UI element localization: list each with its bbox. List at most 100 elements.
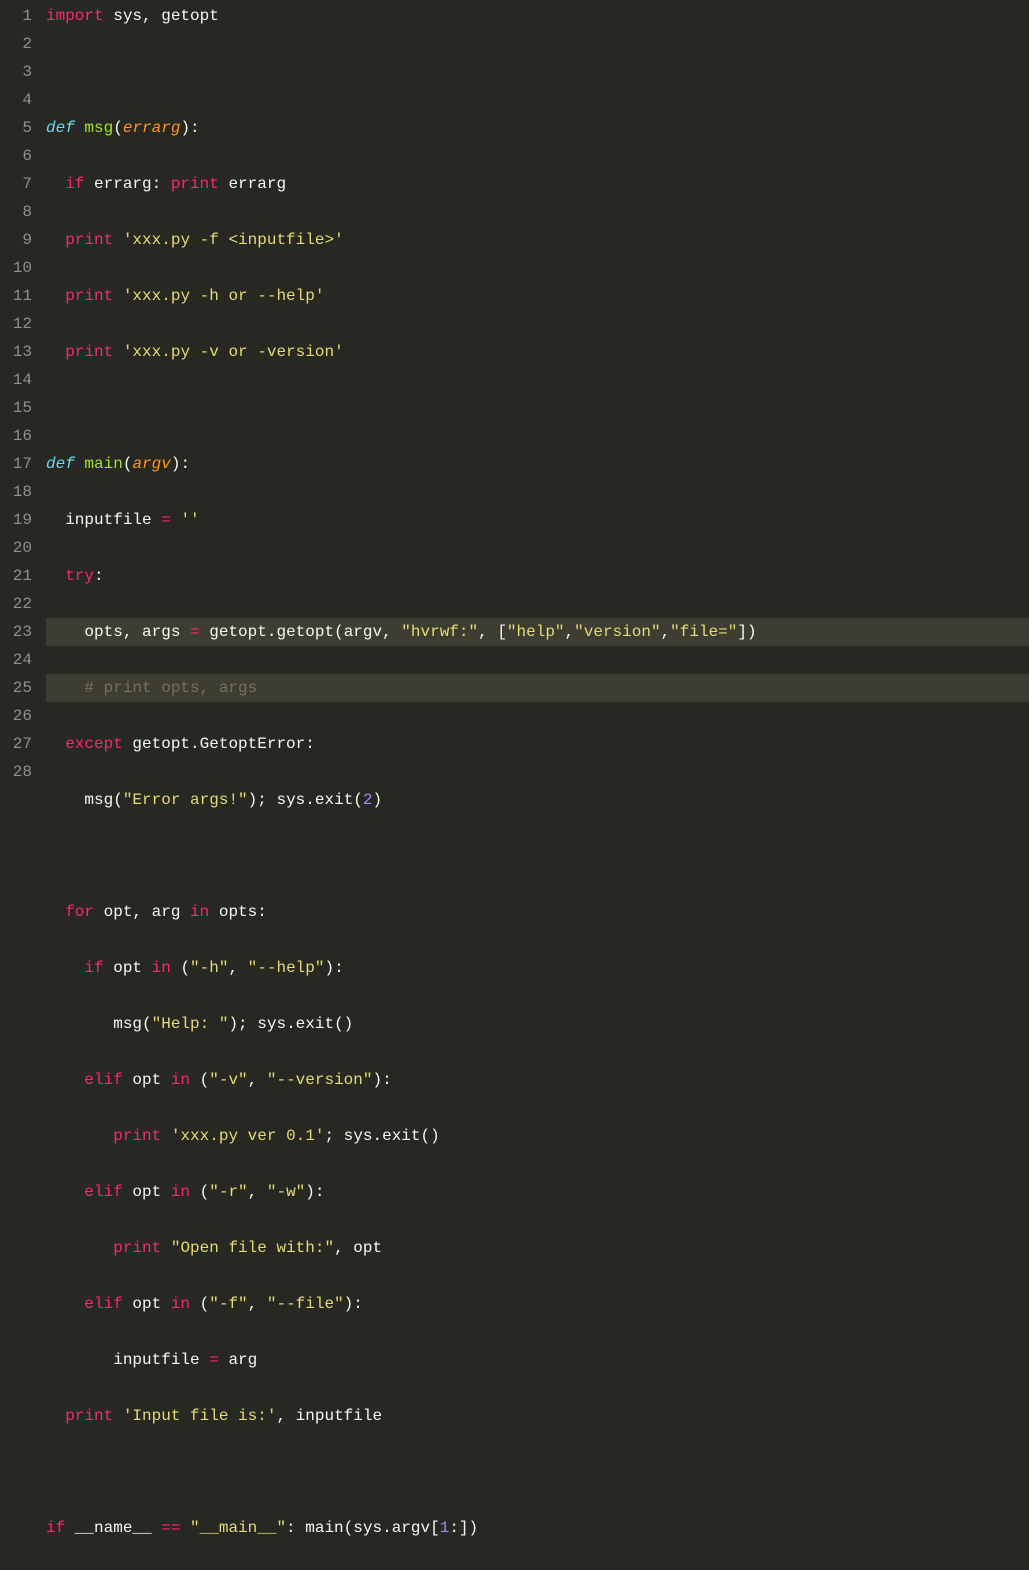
line-number: 10 xyxy=(8,254,32,282)
line-number: 14 xyxy=(8,366,32,394)
token-ident xyxy=(46,343,65,361)
token-ident: inputfile xyxy=(46,1351,209,1369)
code-line[interactable]: # print opts, args xyxy=(46,674,1029,702)
code-line[interactable] xyxy=(46,394,1029,422)
token-punct: , xyxy=(382,623,401,641)
token-ident xyxy=(190,1183,200,1201)
token-kw-pink: try xyxy=(65,567,94,585)
code-line[interactable]: print 'xxx.py ver 0.1'; sys.exit() xyxy=(46,1122,1029,1150)
token-ident xyxy=(113,231,123,249)
code-line[interactable]: elif opt in ("-v", "--version"): xyxy=(46,1066,1029,1094)
token-kw-pink: print xyxy=(65,287,113,305)
line-number: 5 xyxy=(8,114,32,142)
code-line[interactable]: msg("Error args!"); sys.exit(2) xyxy=(46,786,1029,814)
token-string: "--file" xyxy=(267,1295,344,1313)
token-punct: . xyxy=(190,735,200,753)
code-line[interactable] xyxy=(46,58,1029,86)
line-number: 16 xyxy=(8,422,32,450)
token-ident: opts xyxy=(46,623,123,641)
token-ident: getopt xyxy=(123,735,190,753)
token-ident: errarg xyxy=(84,175,151,193)
token-ident: argv xyxy=(392,1519,430,1537)
line-number: 20 xyxy=(8,534,32,562)
line-number: 18 xyxy=(8,478,32,506)
token-ident: sys xyxy=(276,791,305,809)
token-ident: argv xyxy=(344,623,382,641)
code-editor[interactable]: 1234567891011121314151617181920212223242… xyxy=(0,0,1029,793)
token-kw-pink: print xyxy=(65,1407,113,1425)
token-ident xyxy=(46,1295,84,1313)
line-number: 7 xyxy=(8,170,32,198)
token-string: "-r" xyxy=(209,1183,247,1201)
code-line[interactable]: print 'xxx.py -f <inputfile>' xyxy=(46,226,1029,254)
line-number-gutter: 1234567891011121314151617181920212223242… xyxy=(0,0,46,793)
code-line[interactable]: import sys, getopt xyxy=(46,2,1029,30)
token-kw-pink: if xyxy=(65,175,84,193)
code-line[interactable]: for opt, arg in opts: xyxy=(46,898,1029,926)
code-line[interactable]: print 'Input file is:', inputfile xyxy=(46,1402,1029,1430)
token-kw-pink: print xyxy=(113,1127,161,1145)
token-punct: ( xyxy=(113,791,123,809)
code-line[interactable]: opts, args = getopt.getopt(argv, "hvrwf:… xyxy=(46,618,1029,646)
token-punct: ]) xyxy=(737,623,756,641)
token-ident: exit xyxy=(382,1127,420,1145)
token-punct: . xyxy=(382,1519,392,1537)
token-punct: [ xyxy=(430,1519,440,1537)
token-fn-name: msg xyxy=(84,119,113,137)
code-line[interactable] xyxy=(46,1458,1029,1486)
code-line[interactable]: elif opt in ("-f", "--file"): xyxy=(46,1290,1029,1318)
code-line[interactable]: except getopt.GetoptError: xyxy=(46,730,1029,758)
code-line[interactable]: def main(argv): xyxy=(46,450,1029,478)
line-number: 9 xyxy=(8,226,32,254)
token-ident xyxy=(46,1407,65,1425)
token-ident: getopt xyxy=(200,623,267,641)
code-area[interactable]: import sys, getopt def msg(errarg): if e… xyxy=(46,0,1029,793)
token-ident: arg xyxy=(219,1351,257,1369)
code-line[interactable]: try: xyxy=(46,562,1029,590)
token-kw-pink: elif xyxy=(84,1295,122,1313)
token-ident: exit xyxy=(315,791,353,809)
line-number: 4 xyxy=(8,86,32,114)
token-punct: ): xyxy=(372,1071,391,1089)
token-kw-pink: print xyxy=(65,231,113,249)
token-ident xyxy=(46,903,65,921)
token-string: "Error args!" xyxy=(123,791,248,809)
token-string: "-v" xyxy=(209,1071,247,1089)
code-line[interactable] xyxy=(46,842,1029,870)
code-line[interactable]: if opt in ("-h", "--help"): xyxy=(46,954,1029,982)
line-number: 2 xyxy=(8,30,32,58)
code-line[interactable]: inputfile = arg xyxy=(46,1346,1029,1374)
token-punct: , xyxy=(334,1239,353,1257)
token-punct: , xyxy=(248,1295,267,1313)
token-kw-pink: print xyxy=(65,343,113,361)
code-line[interactable]: msg("Help: "); sys.exit() xyxy=(46,1010,1029,1038)
token-string: 'xxx.py -f <inputfile>' xyxy=(123,231,344,249)
token-ident: opt xyxy=(104,959,152,977)
code-line[interactable]: def msg(errarg): xyxy=(46,114,1029,142)
token-ident: sys xyxy=(104,7,142,25)
code-line[interactable]: if __name__ == "__main__": main(sys.argv… xyxy=(46,1514,1029,1542)
token-ident xyxy=(190,1295,200,1313)
token-ident xyxy=(171,511,181,529)
code-line[interactable]: if errarg: print errarg xyxy=(46,170,1029,198)
token-punct: , xyxy=(142,7,161,25)
token-ident: errarg xyxy=(219,175,286,193)
token-ident: GetoptError xyxy=(200,735,306,753)
line-number: 13 xyxy=(8,338,32,366)
code-line[interactable]: inputfile = '' xyxy=(46,506,1029,534)
token-punct: , xyxy=(248,1183,267,1201)
token-string: "--version" xyxy=(267,1071,373,1089)
line-number: 22 xyxy=(8,590,32,618)
code-line[interactable]: print 'xxx.py -v or -version' xyxy=(46,338,1029,366)
code-line[interactable]: elif opt in ("-r", "-w"): xyxy=(46,1178,1029,1206)
token-ident: getopt xyxy=(276,623,334,641)
token-number: 1 xyxy=(440,1519,450,1537)
token-kw-pink: elif xyxy=(84,1071,122,1089)
code-line[interactable]: print "Open file with:", opt xyxy=(46,1234,1029,1262)
code-line[interactable]: print 'xxx.py -h or --help' xyxy=(46,282,1029,310)
line-number: 1 xyxy=(8,2,32,30)
token-ident xyxy=(46,1239,113,1257)
token-ident: inputfile xyxy=(46,511,161,529)
line-number: 19 xyxy=(8,506,32,534)
token-string: 'Input file is:' xyxy=(123,1407,277,1425)
